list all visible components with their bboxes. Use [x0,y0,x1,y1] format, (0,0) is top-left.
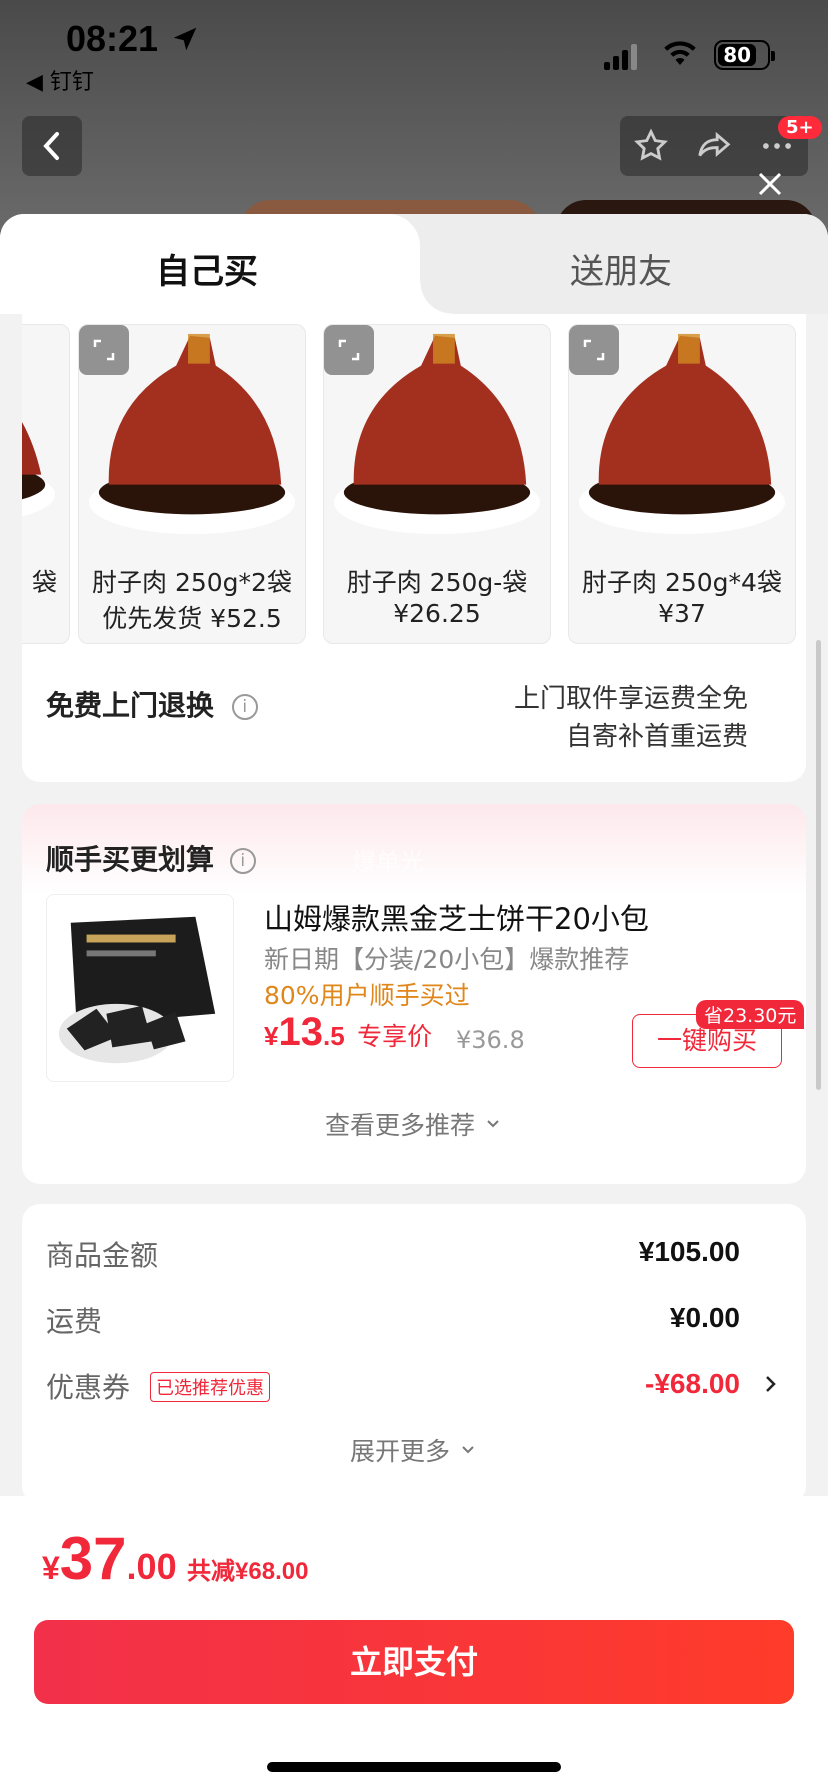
wifi-icon [664,41,696,65]
status-time: 08:21 [66,18,159,59]
save-badge: 省23.30元 [696,1000,805,1029]
close-icon[interactable] [752,166,788,202]
notification-badge: 5+ [778,116,822,139]
back-button[interactable] [22,116,82,176]
addon-subtitle: 新日期【分装/20小包】爆款推荐 [264,945,630,974]
sku-option-1[interactable]: 肘子肉 250g*2袋 优先发货 ¥52.5 [78,324,306,644]
tab-buy-for-self[interactable]: 自己买 [0,214,452,314]
more-recommendations-link[interactable]: 查看更多推荐 [22,1106,806,1142]
signal-icon [604,44,640,70]
chevron-down-icon [487,1120,499,1128]
addon-product-name[interactable]: 山姆爆款黑金芝士饼干20小包 [264,896,649,938]
share-icon[interactable] [695,127,733,165]
star-icon[interactable] [632,127,670,165]
return-policy-title: 免费上门退换 i [46,684,258,724]
price-summary-card: 商品金额 ¥105.00 运费 ¥0.00 优惠券 已选推荐优惠 -¥68.00… [22,1204,806,1504]
battery-icon: 80 [714,40,775,70]
location-arrow-icon [173,27,197,51]
chevron-left-icon [43,132,59,160]
total-price: ¥37.00 共减¥68.00 [42,1525,309,1592]
info-icon[interactable]: i [229,848,256,874]
addon-highlight: 80%用户顺手买过 [264,981,470,1010]
sku-option-partial[interactable]: 袋 [22,324,70,644]
expand-icon[interactable] [569,325,619,375]
summary-value-goods: ¥105.00 [638,1236,740,1267]
chevron-down-icon [462,1446,474,1454]
total-saved: 共减¥68.00 [187,1558,309,1585]
chevron-right-icon [766,1376,776,1392]
addon-product-image[interactable] [46,894,234,1082]
expand-icon[interactable] [79,325,129,375]
summary-value-shipping: ¥0.00 [669,1302,740,1333]
coupon-value: -¥68.00 [645,1368,740,1399]
coupon-row[interactable]: 优惠券 已选推荐优惠 -¥68.00 [22,1360,806,1410]
tab-bar: 自己买 送朋友 [0,214,828,314]
sku-option-3[interactable]: 肘子肉 250g*4袋 ¥37 [568,324,796,644]
back-to-app-link[interactable]: ◀ 钉钉 [26,64,94,96]
status-bar: 08:21 ◀ 钉钉 80 [0,0,828,100]
expand-more-link[interactable]: 展开更多 [22,1432,806,1468]
pay-now-button[interactable]: 立即支付 [34,1620,794,1704]
return-policy-line2: 自寄补首重运费 [565,722,748,752]
sku-option-2[interactable]: 肘子肉 250g-袋 ¥26.25 [323,324,551,644]
addon-card: 顺手买更划算 i 爆单光 山姆爆款黑金芝士饼干20小包 新日期【分装/20小包】… [22,804,806,1184]
tab-gift-friend[interactable]: 送朋友 [570,244,672,293]
summary-label-shipping: 运费 [46,1305,103,1338]
return-policy-line1: 上门取件享运费全免 [513,684,748,714]
coupon-label: 优惠券 [46,1371,131,1404]
summary-label-goods: 商品金额 [46,1239,159,1272]
sku-card: 袋 肘子肉 250g*2袋 优先发货 ¥52.5 肘子肉 250g-袋 ¥26.… [22,314,806,782]
coupon-tag: 已选推荐优惠 [150,1372,270,1402]
addon-price: ¥13.5 专享价 [264,1010,433,1054]
scrollbar[interactable] [816,640,821,1090]
addon-original-price: ¥36.8 [456,1026,525,1054]
expand-icon[interactable] [324,325,374,375]
product-image [22,422,56,517]
home-indicator[interactable] [267,1762,561,1772]
addon-title: 顺手买更划算 i [46,838,256,878]
addon-watermark: 爆单光 [352,848,424,876]
info-icon[interactable]: i [231,694,258,720]
